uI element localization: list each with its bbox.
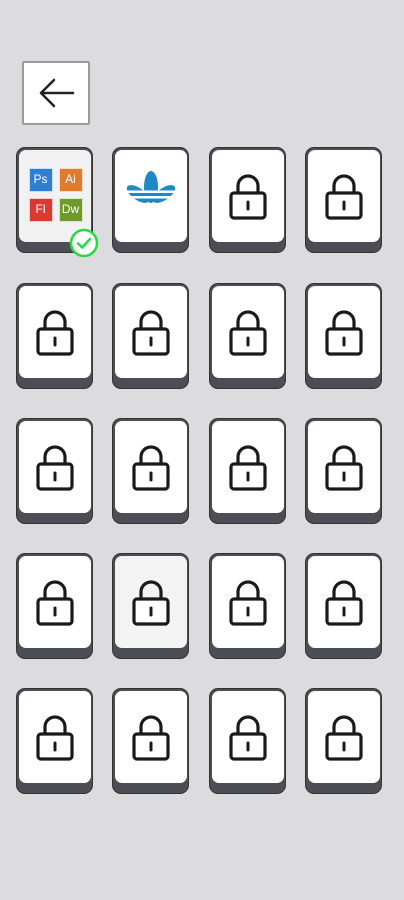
level-tile-3-locked[interactable] — [209, 147, 286, 253]
level-tile-face — [114, 690, 187, 783]
level-tile-face — [307, 149, 380, 242]
lock-icon — [324, 444, 363, 491]
level-grid: Ps Ai Fl Dw — [0, 0, 404, 900]
level-tile-face — [114, 420, 187, 513]
level-tile-2[interactable] — [112, 147, 189, 253]
lock-icon — [324, 579, 363, 626]
level-tile-face — [211, 149, 284, 242]
level-tile-face — [307, 555, 380, 648]
level-tile-20-locked[interactable] — [305, 688, 382, 794]
level-tile-face — [211, 690, 284, 783]
level-tile-face — [114, 149, 187, 242]
app-icon: Ps — [28, 167, 53, 192]
adidas-trefoil-logo — [126, 170, 175, 203]
level-tile-18-locked[interactable] — [112, 688, 189, 794]
level-tile-9-locked[interactable] — [16, 418, 93, 524]
lock-icon — [131, 309, 170, 356]
level-tile-face — [211, 285, 284, 378]
level-tile-face — [18, 285, 91, 378]
level-tile-face — [307, 285, 380, 378]
level-tile-17-locked[interactable] — [16, 688, 93, 794]
level-tile-5-locked[interactable] — [16, 283, 93, 389]
level-tile-1[interactable]: Ps Ai Fl Dw — [16, 147, 99, 258]
lock-icon — [131, 444, 170, 491]
level-tile-11-locked[interactable] — [209, 418, 286, 524]
lock-icon — [35, 579, 74, 626]
check-circle-icon — [69, 228, 99, 258]
lock-icon — [35, 444, 74, 491]
level-tile-face — [114, 555, 187, 648]
lock-icon — [228, 444, 267, 491]
lock-icon — [228, 579, 267, 626]
level-tile-19-locked[interactable] — [209, 688, 286, 794]
app-icon: Dw — [58, 197, 83, 222]
app-icon: Ai — [58, 167, 83, 192]
lock-icon — [131, 579, 170, 626]
level-tile-16-locked[interactable] — [305, 553, 382, 659]
level-tile-face — [211, 420, 284, 513]
level-tile-13-locked[interactable] — [16, 553, 93, 659]
level-tile-face — [114, 285, 187, 378]
app-icon: Fl — [28, 197, 53, 222]
level-tile-8-locked[interactable] — [305, 283, 382, 389]
level-tile-face — [18, 420, 91, 513]
level-tile-10-locked[interactable] — [112, 418, 189, 524]
level-tile-7-locked[interactable] — [209, 283, 286, 389]
lock-icon — [228, 173, 267, 220]
lock-icon — [131, 714, 170, 761]
level-tile-face — [18, 555, 91, 648]
lock-icon — [324, 173, 363, 220]
level-tile-14-locked[interactable] — [112, 553, 189, 659]
lock-icon — [228, 309, 267, 356]
lock-icon — [324, 309, 363, 356]
level-tile-face — [211, 555, 284, 648]
lock-icon — [35, 309, 74, 356]
lock-icon — [228, 714, 267, 761]
adobe-apps-logo: Ps Ai Fl Dw — [28, 167, 83, 222]
level-tile-15-locked[interactable] — [209, 553, 286, 659]
level-tile-face — [18, 690, 91, 783]
level-tile-face — [307, 690, 380, 783]
level-tile-4-locked[interactable] — [305, 147, 382, 253]
lock-icon — [324, 714, 363, 761]
level-tile-6-locked[interactable] — [112, 283, 189, 389]
level-tile-face — [307, 420, 380, 513]
lock-icon — [35, 714, 74, 761]
level-tile-12-locked[interactable] — [305, 418, 382, 524]
